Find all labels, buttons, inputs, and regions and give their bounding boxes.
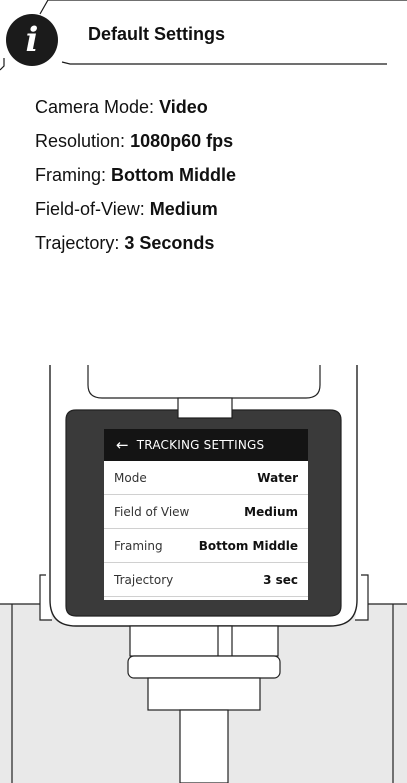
setting-value: Video <box>159 97 208 117</box>
lens-cover <box>87 365 321 399</box>
setting-value: Medium <box>149 199 218 219</box>
back-arrow-icon: ← <box>116 435 129 454</box>
setting-label: Framing: <box>35 165 112 185</box>
setting-trajectory: Trajectory: 3 Seconds <box>35 231 236 265</box>
row-value: Water <box>257 470 298 485</box>
screen-title: TRACKING SETTINGS <box>136 438 265 452</box>
mount-base <box>147 677 261 711</box>
screen-row-field-of-view: Field of View Medium <box>104 495 308 529</box>
setting-label: Field-of-View: <box>35 199 150 219</box>
mount-notch <box>217 625 233 657</box>
setting-value: 3 Seconds <box>124 233 215 253</box>
row-value: Bottom Middle <box>198 538 298 553</box>
device-screen: ← TRACKING SETTINGS Mode Water Field of … <box>104 429 308 600</box>
setting-framing: Framing: Bottom Middle <box>35 163 236 197</box>
screen-row-framing: Framing Bottom Middle <box>104 529 308 563</box>
device-top-button <box>177 397 233 419</box>
setting-label: Resolution: <box>35 131 131 151</box>
setting-value: Bottom Middle <box>111 165 237 185</box>
setting-field-of-view: Field-of-View: Medium <box>35 197 236 231</box>
section-title: Default Settings <box>88 24 226 44</box>
info-icon: i <box>6 14 58 66</box>
screen-header: ← TRACKING SETTINGS <box>104 429 308 461</box>
row-value: Medium <box>244 504 298 519</box>
setting-label: Camera Mode: <box>35 97 160 117</box>
mount-pole <box>179 709 229 783</box>
screen-row-mode: Mode Water <box>104 461 308 495</box>
mount-collar <box>127 655 281 679</box>
row-label: Framing <box>114 538 163 553</box>
section-header: i Default Settings <box>0 0 407 80</box>
row-label: Field of View <box>114 504 190 519</box>
mount-neck <box>129 625 279 657</box>
info-icon-glyph: i <box>25 20 39 60</box>
row-value: 3 sec <box>263 572 298 587</box>
settings-list: Camera Mode: Video Resolution: 1080p60 f… <box>35 95 236 265</box>
setting-resolution: Resolution: 1080p60 fps <box>35 129 236 163</box>
row-label: Mode <box>114 470 147 485</box>
setting-value: 1080p60 fps <box>130 131 234 151</box>
screen-row-trajectory: Trajectory 3 sec <box>104 563 308 597</box>
row-label: Trajectory <box>114 572 174 587</box>
setting-label: Trajectory: <box>35 233 125 253</box>
setting-camera-mode: Camera Mode: Video <box>35 95 236 129</box>
